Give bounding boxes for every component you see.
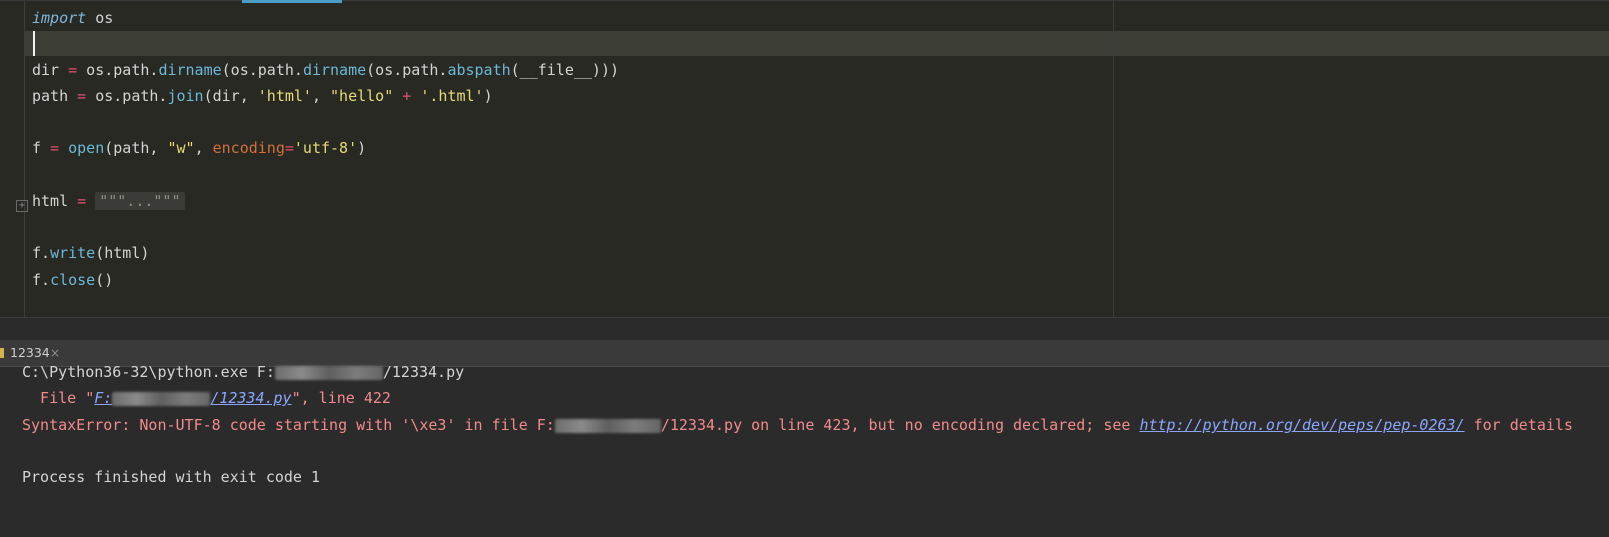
code-token: (dir, — [203, 87, 258, 105]
code-token: (__file__))) — [510, 61, 620, 79]
code-token: os.path. — [77, 61, 159, 79]
code-token: + — [393, 87, 421, 105]
folded-code-block[interactable]: """...""" — [95, 192, 185, 210]
fold-expand-icon[interactable]: + — [16, 200, 28, 212]
console-line-exit-status: Process finished with exit code 1 — [22, 468, 321, 486]
redacted-path — [112, 391, 211, 406]
code-token: = — [284, 139, 294, 157]
console-line-file-ref: File "F:/12334.py", line 422 — [22, 389, 391, 407]
code-token: join — [167, 87, 204, 105]
code-token: (os.path. — [221, 61, 303, 79]
current-line-highlight — [25, 31, 1609, 56]
console-line-command: C:\Python36-32\python.exe F:/12334.py — [22, 363, 465, 381]
run-console[interactable]: C:\Python36-32\python.exe F:/12334.py Fi… — [0, 363, 1609, 537]
code-token: , — [311, 87, 331, 105]
code-line: f.write(html) — [32, 241, 149, 265]
code-token: '.html' — [420, 87, 484, 105]
code-token: open — [68, 139, 105, 157]
code-token: os.path. — [86, 87, 168, 105]
code-token: html — [32, 192, 78, 210]
code-token: (path, — [104, 139, 168, 157]
file-path-link[interactable]: F:/12334.py — [94, 389, 291, 407]
code-line: html = """...""" — [32, 189, 185, 213]
code-token: path — [32, 87, 78, 105]
python-file-icon — [0, 348, 4, 358]
code-line: path = os.path.join(dir, 'html', "hello"… — [32, 84, 493, 108]
code-token: encoding — [212, 139, 285, 157]
code-token: (html) — [95, 244, 150, 262]
console-line-syntax-error: SyntaxError: Non-UTF-8 code starting wit… — [22, 416, 1573, 434]
code-token: "hello" — [330, 87, 394, 105]
panel-divider[interactable] — [0, 318, 1609, 340]
code-token: f. — [32, 244, 51, 262]
code-token: = — [50, 139, 60, 157]
code-token: import — [32, 9, 87, 27]
code-token: ) — [483, 87, 493, 105]
code-line: f = open(path, "w", encoding='utf-8') — [32, 136, 366, 160]
code-token: os — [86, 9, 114, 27]
code-token: "w" — [167, 139, 195, 157]
redacted-path — [554, 418, 661, 433]
pep-0263-link[interactable]: http://python.org/dev/peps/pep-0263/ — [1139, 416, 1464, 434]
redacted-path — [274, 365, 383, 380]
gutter-border — [24, 0, 25, 318]
code-line: f.close() — [32, 268, 113, 292]
code-token: abspath — [447, 61, 511, 79]
code-token: 'utf-8' — [293, 139, 358, 157]
code-line: import os — [32, 6, 113, 30]
code-token: dirname — [302, 61, 367, 79]
code-token: dirname — [158, 61, 222, 79]
active-tab-indicator — [242, 0, 342, 3]
code-token: = — [77, 192, 87, 210]
code-token: write — [50, 244, 96, 262]
code-editor[interactable]: + import os dir = os.path.dirname(os.path… — [0, 0, 1609, 318]
code-token: close — [50, 271, 96, 289]
code-line: dir = os.path.dirname(os.path.dirname(os… — [32, 58, 619, 82]
code-token: f — [32, 139, 51, 157]
code-token: = — [68, 61, 78, 79]
code-token: 'html' — [257, 87, 312, 105]
code-token: = — [77, 87, 87, 105]
code-token: dir — [32, 61, 69, 79]
text-caret — [33, 31, 35, 56]
code-token: , — [194, 139, 213, 157]
code-token: ) — [357, 139, 367, 157]
code-token: f. — [32, 271, 51, 289]
code-token: (os.path. — [366, 61, 448, 79]
right-margin-guide — [1113, 0, 1114, 318]
code-token: () — [95, 271, 114, 289]
